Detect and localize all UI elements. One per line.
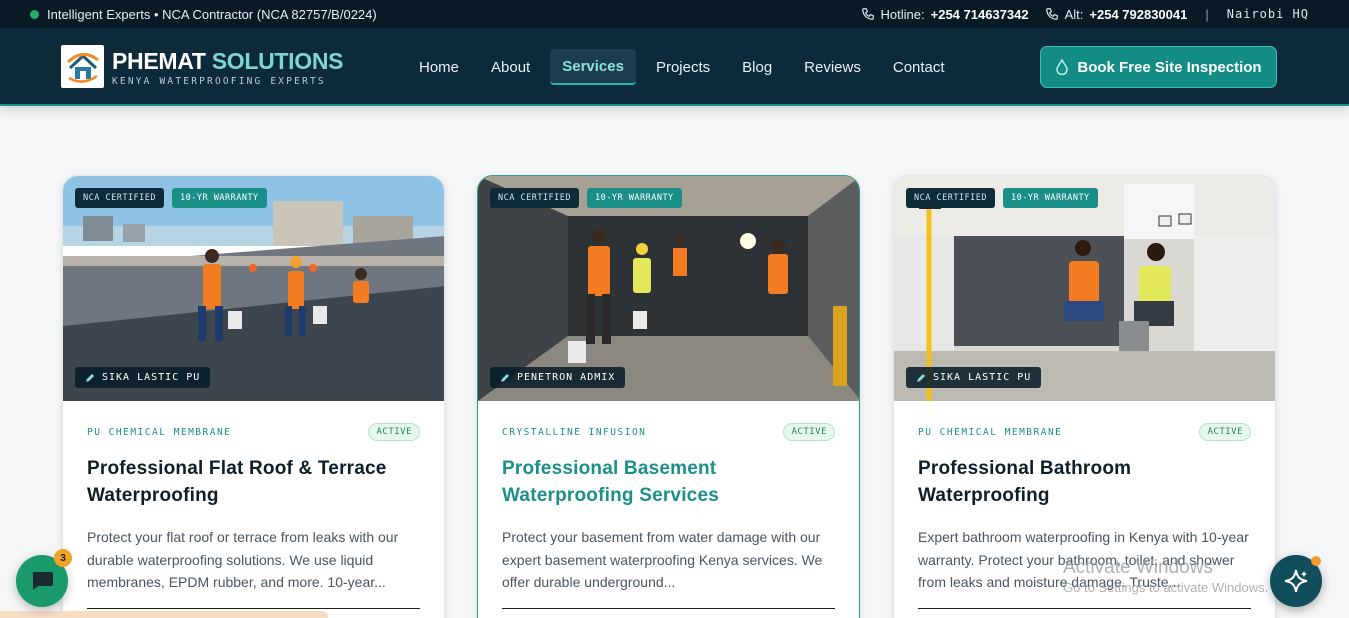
- windows-watermark: Activate Windows Go to Settings to activ…: [1063, 557, 1269, 595]
- badge-row: NCA CERTIFIED 10-YR WARRANTY: [490, 188, 682, 208]
- alt-label: Alt:: [1064, 6, 1084, 22]
- brand-name: PHEMAT SOLUTIONS: [112, 48, 344, 74]
- badge-row: NCA CERTIFIED 10-YR WARRANTY: [75, 188, 267, 208]
- service-title[interactable]: Professional Basement Waterproofing Serv…: [502, 455, 835, 509]
- top-bar-tagline: Intelligent Experts • NCA Contractor (NC…: [47, 6, 377, 22]
- warranty-badge: 10-YR WARRANTY: [587, 188, 682, 208]
- nav-reviews[interactable]: Reviews: [792, 50, 873, 84]
- hotline-label: Hotline:: [880, 6, 925, 22]
- divider: [502, 607, 835, 609]
- service-image: NCA CERTIFIED 10-YR WARRANTY SIKA LASTIC…: [894, 176, 1275, 401]
- product-badge: SIKA LASTIC PU: [75, 367, 211, 388]
- divider: [918, 607, 1251, 609]
- top-info-bar: Intelligent Experts • NCA Contractor (NC…: [0, 0, 1349, 28]
- droplet-icon: [1056, 59, 1069, 75]
- nca-certified-badge: NCA CERTIFIED: [490, 188, 580, 208]
- hotline-number-link[interactable]: +254 714637342: [931, 7, 1029, 22]
- nav-services[interactable]: Services: [550, 49, 636, 85]
- nav-about[interactable]: About: [479, 50, 542, 84]
- pencil-icon: [86, 373, 94, 382]
- status-dot-icon: [30, 9, 39, 19]
- brand-tagline: KENYA WATERPROOFING EXPERTS: [112, 76, 326, 87]
- chat-bubble-icon: [32, 572, 53, 590]
- warranty-badge: 10-YR WARRANTY: [172, 188, 267, 208]
- service-card[interactable]: NCA CERTIFIED 10-YR WARRANTY SIKA LASTIC…: [893, 175, 1276, 618]
- service-image: NCA CERTIFIED 10-YR WARRANTY PENETRON AD…: [478, 176, 859, 401]
- notification-dot: [1311, 556, 1321, 566]
- service-card[interactable]: NCA CERTIFIED 10-YR WARRANTY SIKA LASTIC…: [62, 175, 445, 618]
- nav-projects[interactable]: Projects: [644, 50, 722, 84]
- service-description: Protect your basement from water damage …: [502, 529, 823, 590]
- nav-menu: Home About Services Projects Blog Review…: [407, 49, 965, 85]
- service-description: Protect your flat roof or terrace from l…: [87, 529, 399, 590]
- status-badge: ACTIVE: [368, 423, 420, 441]
- house-logo-icon: [66, 52, 99, 83]
- service-image: NCA CERTIFIED 10-YR WARRANTY SIKA LASTIC…: [63, 176, 444, 401]
- top-bar-separator: |: [1205, 6, 1209, 22]
- bottom-banner-edge: [0, 611, 328, 618]
- product-badge: SIKA LASTIC PU: [906, 367, 1042, 388]
- nav-contact[interactable]: Contact: [881, 50, 957, 84]
- location-label: Nairobi HQ: [1226, 7, 1309, 21]
- nca-certified-badge: NCA CERTIFIED: [906, 188, 996, 208]
- service-title[interactable]: Professional Flat Roof & Terrace Waterpr…: [87, 455, 420, 509]
- pencil-icon: [917, 373, 925, 382]
- pencil-icon: [501, 373, 509, 382]
- status-badge: ACTIVE: [783, 423, 835, 441]
- warranty-badge: 10-YR WARRANTY: [1003, 188, 1098, 208]
- status-badge: ACTIVE: [1199, 423, 1251, 441]
- product-badge: PENETRON ADMIX: [490, 367, 626, 388]
- phone-icon: [1045, 8, 1058, 20]
- unread-count-badge: 3: [54, 549, 72, 567]
- service-category: CRYSTALLINE INFUSION: [502, 426, 647, 438]
- nav-home[interactable]: Home: [407, 50, 471, 84]
- phone-icon: [861, 8, 874, 20]
- alt-number-link[interactable]: +254 792830041: [1089, 7, 1187, 22]
- sparkle-icon: [1284, 569, 1308, 593]
- badge-row: NCA CERTIFIED 10-YR WARRANTY: [906, 188, 1098, 208]
- service-category: PU CHEMICAL MEMBRANE: [918, 426, 1063, 438]
- service-title[interactable]: Professional Bathroom Waterproofing: [918, 455, 1251, 509]
- book-inspection-button[interactable]: Book Free Site Inspection: [1040, 46, 1277, 88]
- brand[interactable]: PHEMAT SOLUTIONS KENYA WATERPROOFING EXP…: [112, 49, 343, 87]
- service-card[interactable]: NCA CERTIFIED 10-YR WARRANTY PENETRON AD…: [477, 175, 860, 618]
- top-bar-right: Hotline: +254 714637342 Alt: +254 792830…: [861, 0, 1309, 28]
- logo[interactable]: [61, 45, 104, 88]
- divider: [87, 607, 420, 609]
- nav-blog[interactable]: Blog: [730, 50, 784, 84]
- main-navbar: PHEMAT SOLUTIONS KENYA WATERPROOFING EXP…: [0, 28, 1349, 106]
- service-category: PU CHEMICAL MEMBRANE: [87, 426, 232, 438]
- nca-certified-badge: NCA CERTIFIED: [75, 188, 165, 208]
- top-bar-left: Intelligent Experts • NCA Contractor (NC…: [30, 0, 377, 28]
